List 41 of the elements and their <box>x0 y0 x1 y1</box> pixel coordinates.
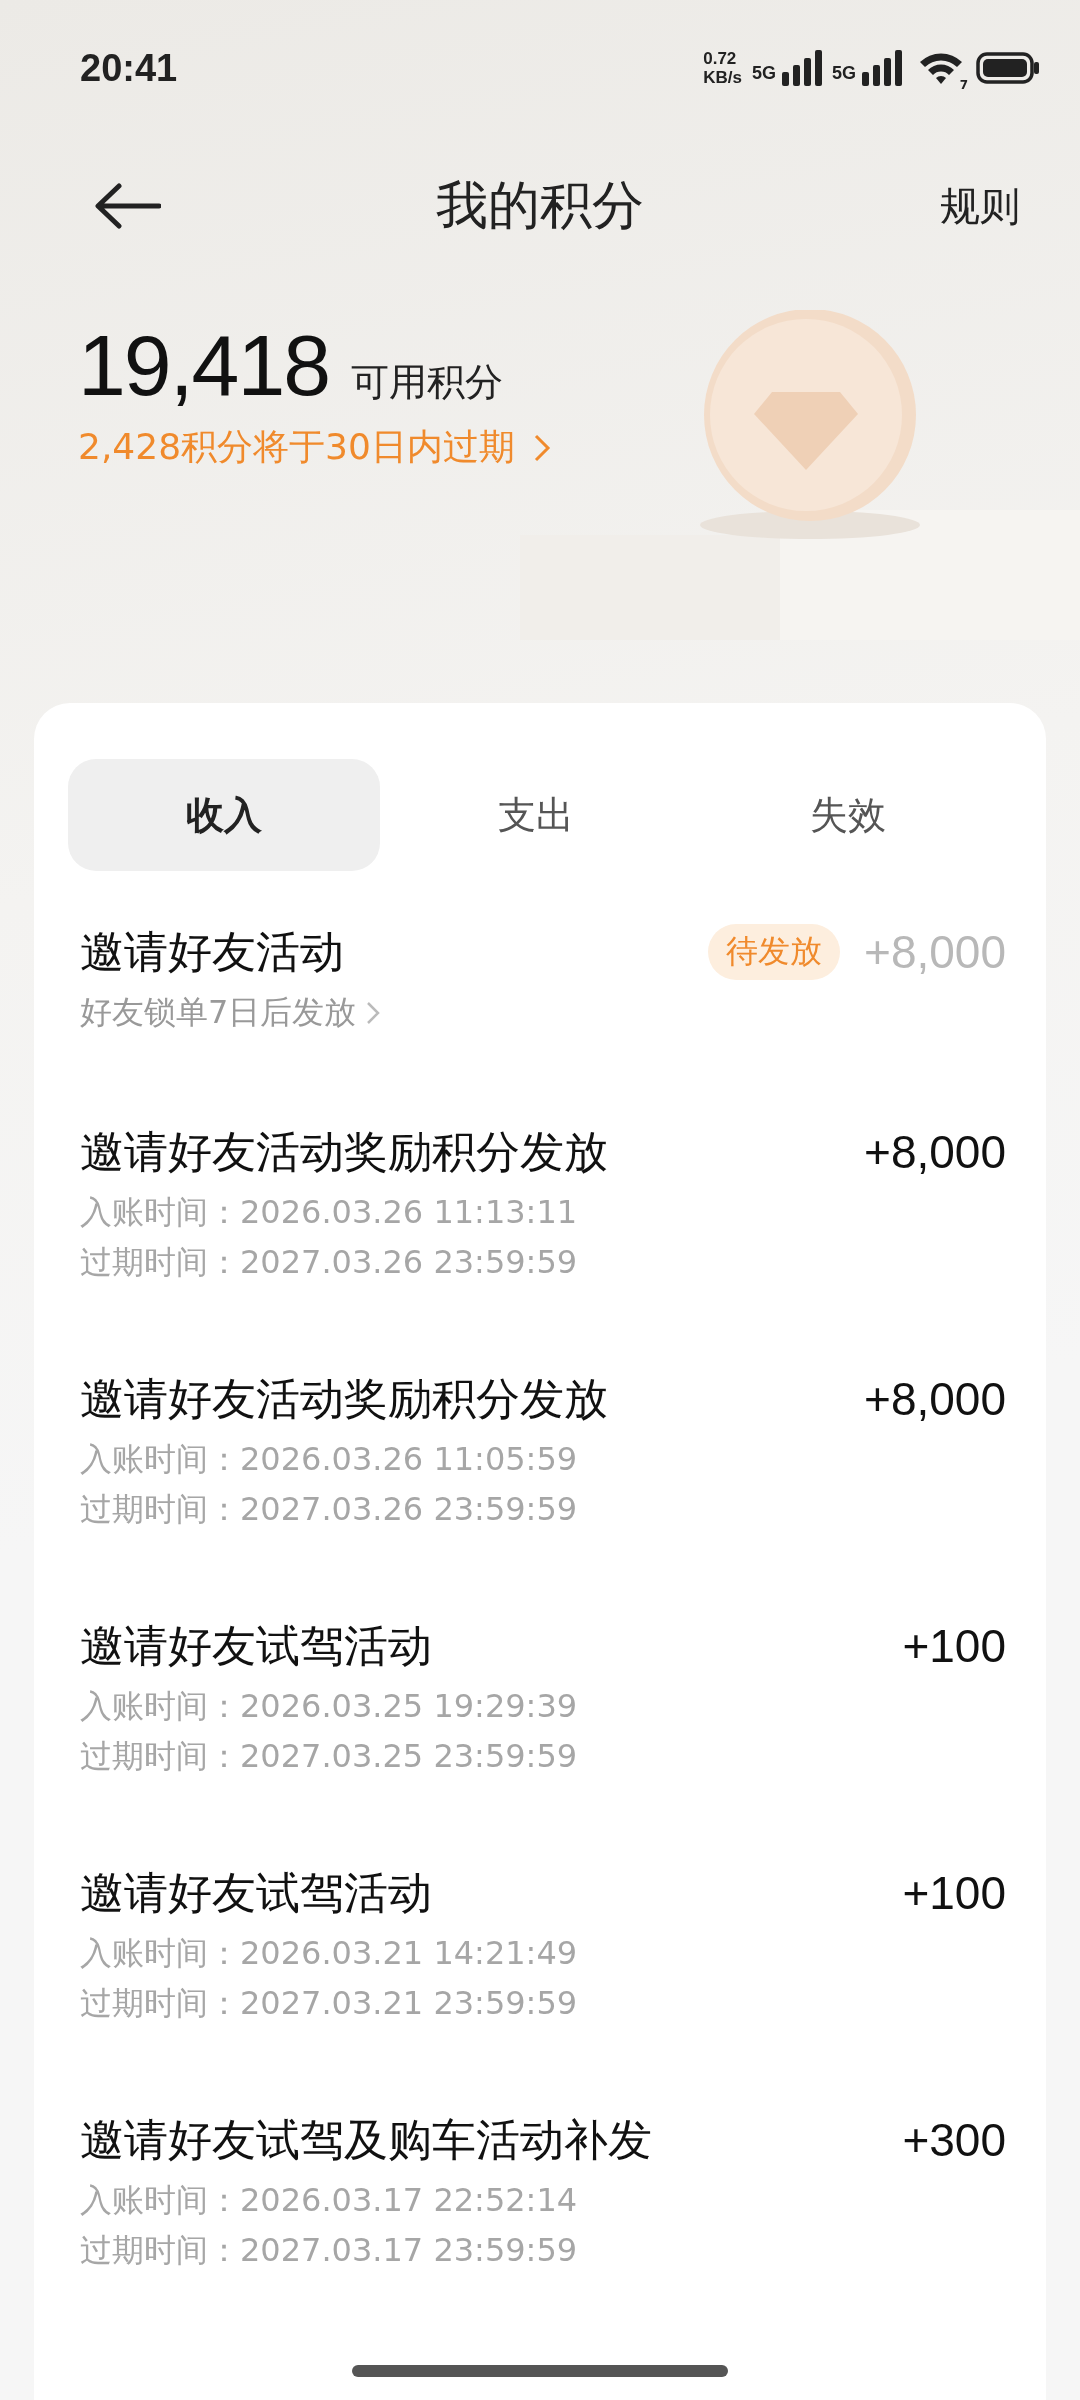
record-time: 入账时间：2026.03.21 14:21:49 <box>80 1933 579 1974</box>
page-title: 我的积分 <box>435 174 645 237</box>
record-title: 邀请好友活动奖励积分发放 <box>80 1371 609 1426</box>
record-time: 过期时间：2027.03.26 23:59:59 <box>80 1489 579 1530</box>
network-type: 5G <box>832 63 856 84</box>
balance-label: 可用积分 <box>351 359 504 406</box>
status-badge: 待发放 <box>708 924 840 980</box>
record-title: 邀请好友试驾活动 <box>80 1865 433 1920</box>
record-amount: +8,000 <box>864 1372 1006 1426</box>
record-time: 过期时间：2027.03.21 23:59:59 <box>80 1983 579 2024</box>
wifi-label: 7 <box>959 78 968 92</box>
record-amount: +8,000 <box>864 925 1006 979</box>
record-title: 邀请好友活动奖励积分发放 <box>80 1124 609 1179</box>
record-amount: +100 <box>902 1866 1006 1920</box>
record-time: 入账时间：2026.03.25 19:29:39 <box>80 1686 579 1727</box>
record-title: 邀请好友活动 <box>80 924 345 979</box>
record-amount: +8,000 <box>864 1125 1006 1179</box>
record-time: 入账时间：2026.03.26 11:13:11 <box>80 1192 579 1233</box>
tab[interactable]: 支出 <box>380 759 692 871</box>
record-time: 过期时间：2027.03.25 23:59:59 <box>80 1736 579 1777</box>
signal-icon <box>862 50 902 86</box>
tab[interactable]: 收入 <box>68 759 380 871</box>
signal-icon <box>782 50 822 86</box>
network-speed: 0.72 KB/s <box>703 49 742 87</box>
record-title: 邀请好友试驾及购车活动补发 <box>80 2112 653 2167</box>
record-amount: +300 <box>902 2113 1006 2167</box>
status-time: 20:41 <box>80 46 178 90</box>
record-time: 过期时间：2027.03.17 23:59:59 <box>80 2230 579 2271</box>
record-amount: +100 <box>902 1619 1006 1673</box>
chevron-icon <box>366 1001 381 1025</box>
tab[interactable]: 失效 <box>692 759 1004 871</box>
battery-icon <box>976 52 1040 84</box>
network-type: 5G <box>751 63 776 84</box>
points-balance: 19,418 <box>78 316 330 415</box>
record-time: 入账时间：2026.03.26 11:05:59 <box>80 1439 579 1480</box>
chevron-icon <box>532 432 551 463</box>
rules-link[interactable]: 规则 <box>940 178 1020 234</box>
record-title: 邀请好友试驾活动 <box>80 1618 433 1673</box>
back-icon[interactable] <box>95 183 161 229</box>
record-time: 入账时间：2026.03.17 22:52:14 <box>80 2180 579 2221</box>
record-time: 过期时间：2027.03.26 23:59:59 <box>80 1242 579 1283</box>
